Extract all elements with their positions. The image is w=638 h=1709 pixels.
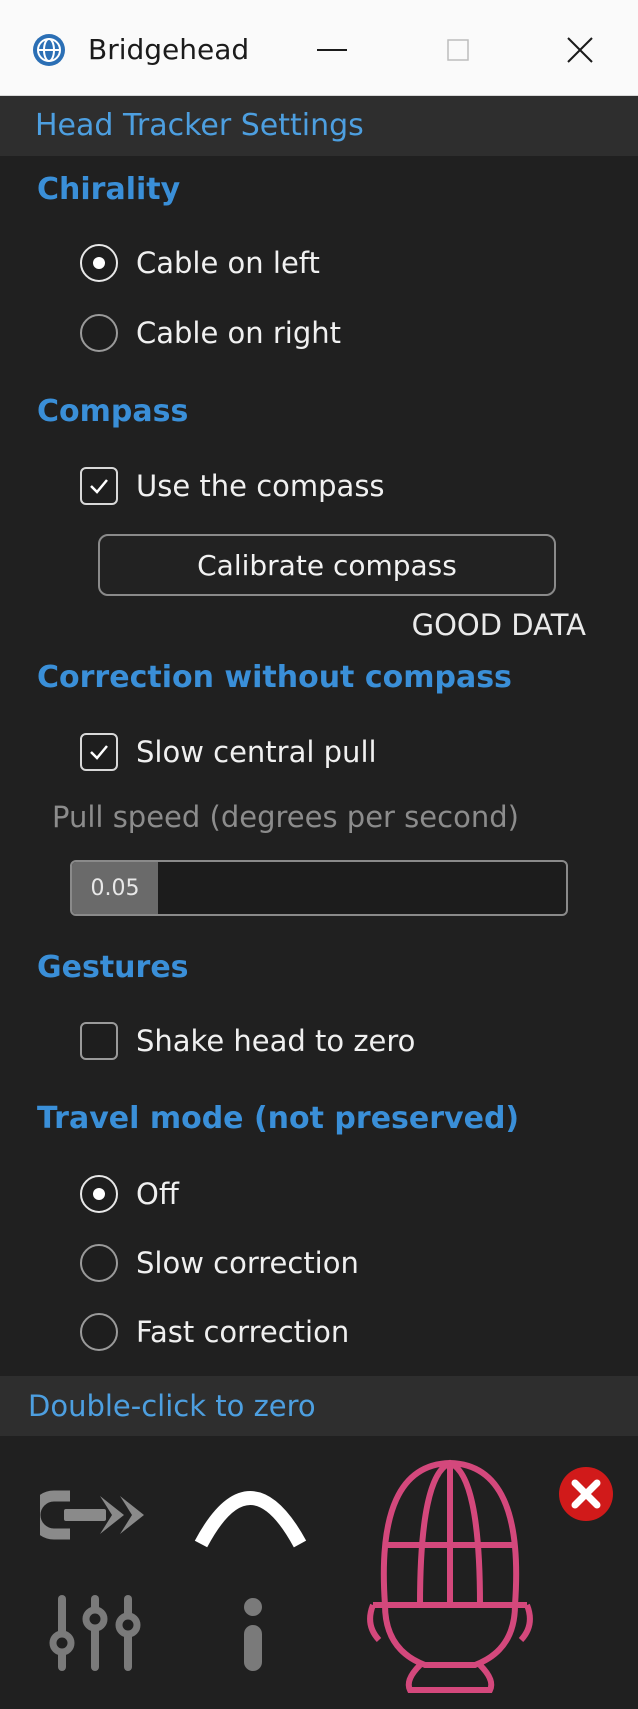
minimize-button[interactable] [292,20,372,80]
sliders-icon[interactable] [48,1593,142,1673]
travel-mode-title: Travel mode (not preserved) [37,1101,520,1136]
checkbox-label: Slow central pull [136,735,377,769]
close-button[interactable] [540,20,620,80]
info-icon[interactable] [240,1597,266,1673]
arc-icon[interactable] [193,1472,308,1548]
slow-central-pull-checkbox[interactable]: Slow central pull [80,733,377,771]
window-title: Bridgehead [88,33,250,66]
minimize-icon [317,49,347,51]
link-arrow-icon[interactable] [40,1488,158,1542]
compass-status: GOOD DATA [411,608,586,642]
radio-button[interactable] [80,1313,118,1351]
checkbox[interactable] [80,733,118,771]
use-compass-checkbox[interactable]: Use the compass [80,467,385,505]
radio-button[interactable] [80,1244,118,1282]
close-icon [567,37,593,63]
checkmark-icon [90,745,108,760]
radio-travel-off[interactable]: Off [80,1175,179,1213]
compass-title: Compass [37,394,189,429]
title-bar: Bridgehead [0,0,638,96]
error-icon[interactable] [558,1466,614,1522]
settings-header: Head Tracker Settings [0,96,638,156]
maximize-icon [447,39,469,61]
gestures-title: Gestures [37,950,189,985]
radio-label: Slow correction [136,1246,359,1280]
radio-button[interactable] [80,244,118,282]
checkbox[interactable] [80,467,118,505]
maximize-button[interactable] [418,20,498,80]
radio-button[interactable] [80,314,118,352]
radio-cable-right[interactable]: Cable on right [80,314,341,352]
correction-title: Correction without compass [37,660,512,695]
checkbox[interactable] [80,1022,118,1060]
radio-label: Off [136,1177,179,1211]
checkbox-label: Use the compass [136,469,385,503]
radio-cable-left[interactable]: Cable on left [80,244,320,282]
slider-value: 0.05 [72,862,158,914]
radio-button[interactable] [80,1175,118,1213]
head-cage-icon[interactable] [365,1455,535,1695]
calibrate-compass-button[interactable]: Calibrate compass [98,534,556,596]
checkmark-icon [90,479,108,494]
radio-travel-slow[interactable]: Slow correction [80,1244,359,1282]
shake-head-checkbox[interactable]: Shake head to zero [80,1022,415,1060]
chirality-title: Chirality [37,172,181,207]
checkbox-label: Shake head to zero [136,1024,416,1058]
pull-speed-label: Pull speed (degrees per second) [52,800,519,834]
radio-label: Cable on left [136,246,320,280]
double-click-hint: Double-click to zero [0,1376,638,1436]
radio-travel-fast[interactable]: Fast correction [80,1313,349,1351]
radio-label: Fast correction [136,1315,350,1349]
globe-icon [33,34,65,66]
radio-label: Cable on right [136,316,342,350]
pull-speed-slider[interactable]: 0.05 [70,860,568,916]
